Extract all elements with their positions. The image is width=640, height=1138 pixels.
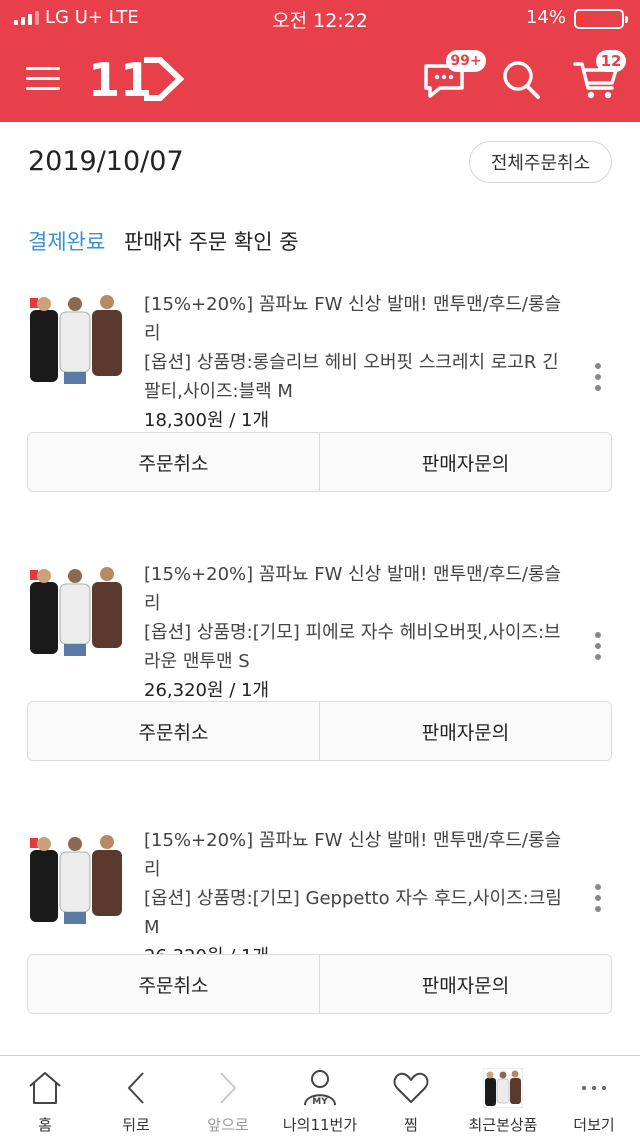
- nav-recent-label: 최근본상품: [468, 1116, 538, 1134]
- back-arrow-icon: [127, 1072, 144, 1104]
- app-header: 11 99+ 12: [0, 36, 640, 122]
- more-dots-icon: [582, 1086, 606, 1090]
- nav-more[interactable]: 더보기: [550, 1056, 638, 1138]
- product-option: [옵션] 상품명:롱슬리브 헤비 오버핏 스크레치 로고R 긴: [144, 352, 559, 373]
- product-option: [옵션] 상품명:[기모] Geppetto 자수 후드,사이즈:크림M: [144, 888, 562, 938]
- chat-count-badge: 99+: [446, 50, 486, 72]
- nav-wishlist-label: 찜: [404, 1116, 418, 1134]
- product-thumbnail[interactable]: [28, 290, 124, 386]
- nav-forward-label: 앞으로: [207, 1116, 249, 1134]
- product-title: [15%+20%] 꼼파뇨 FW 신상 발매! 맨투맨/후드/롱슬리: [144, 830, 562, 880]
- status-bar: LG U+ LTE 오전 12:22 14%: [0, 0, 640, 36]
- product-option-cont: 팔티,사이즈:블랙 M: [144, 381, 293, 402]
- forward-arrow-icon: [220, 1072, 237, 1104]
- more-options-icon[interactable]: [588, 884, 608, 918]
- my-badge-text: MY: [312, 1097, 328, 1107]
- nav-forward[interactable]: 앞으로: [184, 1056, 272, 1138]
- battery-percentage: 14%: [525, 7, 566, 28]
- cart-count-badge: 12: [596, 50, 626, 72]
- more-options-icon[interactable]: [588, 363, 608, 397]
- home-icon: [29, 1072, 61, 1104]
- product-option: [옵션] 상품명:[기모] 피에로 자수 헤비오버핏,사이즈:브: [144, 622, 561, 643]
- seller-inquiry-button[interactable]: 판매자문의: [319, 702, 611, 760]
- product-option-cont: 라운 맨투맨 S: [144, 651, 250, 672]
- logo-11st-icon[interactable]: 11: [88, 54, 184, 104]
- cancel-all-orders-button[interactable]: 전체주문취소: [469, 141, 612, 183]
- menu-icon[interactable]: [26, 65, 62, 93]
- payment-complete-status: 결제완료: [28, 230, 106, 254]
- seller-inquiry-button[interactable]: 판매자문의: [319, 955, 611, 1013]
- product-price: 18,300원 / 1개: [144, 410, 270, 431]
- recent-product-thumbnail: [483, 1068, 523, 1108]
- more-options-icon[interactable]: [588, 632, 608, 666]
- bottom-navigation: 홈 뒤로 앞으로 MY 나의11번가 찜 최근본상품 더보기: [0, 1055, 640, 1138]
- nav-wishlist[interactable]: 찜: [367, 1056, 455, 1138]
- heart-icon: [393, 1072, 429, 1103]
- product-thumbnail[interactable]: [28, 562, 124, 658]
- nav-back[interactable]: 뒤로: [92, 1056, 180, 1138]
- product-thumbnail[interactable]: [28, 830, 124, 926]
- cancel-order-button[interactable]: 주문취소: [28, 955, 319, 1013]
- item-action-buttons: 주문취소 판매자문의: [27, 954, 612, 1014]
- product-title: [15%+20%] 꼼파뇨 FW 신상 발매! 맨투맨/후드/롱슬리: [144, 294, 562, 344]
- item-action-buttons: 주문취소 판매자문의: [27, 701, 612, 761]
- item-action-buttons: 주문취소 판매자문의: [27, 432, 612, 492]
- product-info[interactable]: [15%+20%] 꼼파뇨 FW 신상 발매! 맨투맨/후드/롱슬리 [옵션] …: [144, 560, 574, 705]
- seller-checking-status: 판매자 주문 확인 중: [123, 230, 299, 254]
- my-profile-icon: MY: [304, 1070, 336, 1107]
- nav-home-label: 홈: [38, 1116, 52, 1134]
- seller-inquiry-button[interactable]: 판매자문의: [319, 433, 611, 491]
- order-status: 결제완료 판매자 주문 확인 중: [28, 226, 299, 256]
- nav-back-label: 뒤로: [122, 1116, 150, 1134]
- product-info[interactable]: [15%+20%] 꼼파뇨 FW 신상 발매! 맨투맨/후드/롱슬리 [옵션] …: [144, 826, 574, 971]
- product-info[interactable]: [15%+20%] 꼼파뇨 FW 신상 발매! 맨투맨/후드/롱슬리 [옵션] …: [144, 290, 574, 435]
- cancel-order-button[interactable]: 주문취소: [28, 702, 319, 760]
- nav-recent-viewed[interactable]: 최근본상품: [459, 1056, 547, 1138]
- nav-more-label: 더보기: [573, 1116, 615, 1134]
- logo-text: 11: [88, 54, 152, 104]
- product-title: [15%+20%] 꼼파뇨 FW 신상 발매! 맨투맨/후드/롱슬리: [144, 564, 562, 614]
- nav-my-11st[interactable]: MY 나의11번가: [276, 1056, 364, 1138]
- search-icon[interactable]: [497, 56, 547, 102]
- order-date: 2019/10/07: [28, 146, 184, 177]
- nav-home[interactable]: 홈: [1, 1056, 89, 1138]
- battery-icon: [574, 9, 628, 29]
- nav-my-label: 나의11번가: [282, 1116, 358, 1134]
- cancel-order-button[interactable]: 주문취소: [28, 433, 319, 491]
